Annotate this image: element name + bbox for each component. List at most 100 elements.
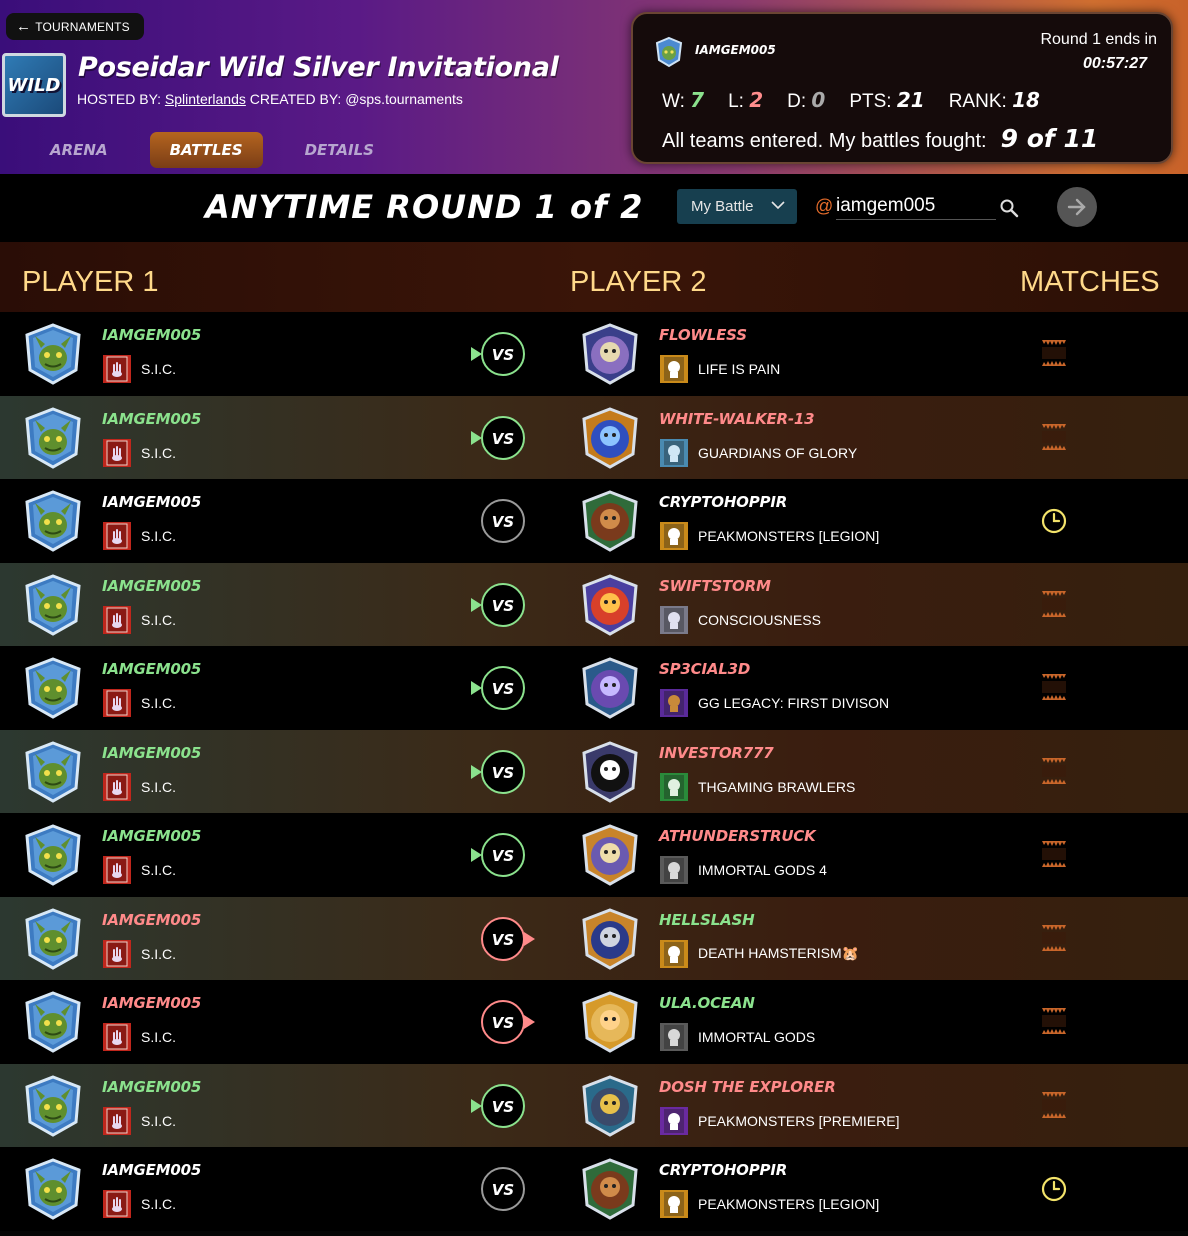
battle-row[interactable]: IAMGEM005 S.I.C. VS FLOWLESS LIFE IS PAIN <box>0 312 1188 396</box>
battle-row[interactable]: IAMGEM005 S.I.C. VS ULA.OCEAN IMMORTAL GO… <box>0 980 1188 1064</box>
tab-details[interactable]: DETAILS <box>285 132 394 168</box>
match-result-icon[interactable] <box>1040 589 1068 619</box>
vs-battle-button[interactable]: VS <box>470 1166 540 1212</box>
player2-avatar <box>582 991 638 1053</box>
battle-row[interactable]: IAMGEM005 S.I.C. VS INVESTOR777 THGAMING … <box>0 729 1188 813</box>
player1-guild: S.I.C. <box>102 438 176 468</box>
player2-name[interactable]: ULA.OCEAN <box>659 994 755 1012</box>
battle-filter-select[interactable]: My Battle <box>677 189 797 224</box>
tab-battles[interactable]: BATTLES <box>149 132 263 168</box>
vs-battle-button[interactable]: VS <box>470 331 540 377</box>
guild-banner-icon <box>103 1023 131 1051</box>
player2-name[interactable]: SWIFTSTORM <box>659 577 771 595</box>
player2-avatar <box>582 907 638 970</box>
player1-name[interactable]: IAMGEM005 <box>102 1078 201 1096</box>
player-search-input[interactable] <box>836 192 996 220</box>
round-ends-label: Round 1 ends in <box>1040 31 1157 48</box>
vs-battle-button[interactable]: VS <box>470 1083 540 1129</box>
player2-guild-name: PEAKMONSTERS [LEGION] <box>698 528 880 544</box>
vs-battle-button[interactable]: VS <box>470 582 540 628</box>
player1-guild-name: S.I.C. <box>141 611 177 628</box>
guild-banner-icon <box>103 939 131 968</box>
player1-name[interactable]: IAMGEM005 <box>102 911 201 929</box>
vs-battle-button[interactable]: VS <box>470 749 540 795</box>
player-avatar-small <box>655 36 683 68</box>
battle-row[interactable]: IAMGEM005 S.I.C. VS CRYPTOHOPPIR PEAKMONS… <box>0 1147 1188 1231</box>
player2-name[interactable]: INVESTOR777 <box>659 744 774 762</box>
wins-value: 7 <box>690 88 705 112</box>
player2-name[interactable]: SP3CIAL3D <box>659 660 750 678</box>
guild-banner-icon <box>660 856 688 884</box>
record-line: W: 7 L: 2 D: 0 PTS: 21 RANK: 18 <box>662 88 1064 113</box>
vs-battle-button[interactable]: VS <box>470 916 540 962</box>
player1-name[interactable]: IAMGEM005 <box>102 410 201 428</box>
col-matches: MATCHES <box>1020 266 1160 298</box>
tab-arena[interactable]: ARENA <box>30 132 128 168</box>
vs-battle-button[interactable]: VS <box>470 832 540 878</box>
player2-guild: CONSCIOUSNESS <box>659 605 821 635</box>
player1-name[interactable]: IAMGEM005 <box>102 326 201 344</box>
player1-name[interactable]: IAMGEM005 <box>102 577 201 595</box>
match-result-icon[interactable] <box>1040 338 1068 368</box>
battle-row[interactable]: IAMGEM005 S.I.C. VS HELLSLASH DEATH HAMST… <box>0 896 1188 980</box>
player2-guild: LIFE IS PAIN <box>659 354 780 384</box>
arrow-right-icon <box>1067 198 1086 216</box>
player1-name[interactable]: IAMGEM005 <box>102 1161 201 1179</box>
battles-table-header: PLAYER 1 PLAYER 2 MATCHES <box>0 242 1188 312</box>
player1-avatar <box>25 657 81 719</box>
battle-row[interactable]: IAMGEM005 S.I.C. VS SWIFTSTORM CONSCIOUSN… <box>0 562 1188 646</box>
vs-battle-button[interactable]: VS <box>470 999 540 1045</box>
player2-name[interactable]: FLOWLESS <box>659 326 747 344</box>
player1-name[interactable]: IAMGEM005 <box>102 994 201 1012</box>
battle-row[interactable]: IAMGEM005 S.I.C. VS ATHUNDERSTRUCK IMMORT… <box>0 813 1188 897</box>
creator-name: @sps.tournaments <box>345 91 463 107</box>
player1-guild: S.I.C. <box>102 1189 176 1219</box>
player2-name[interactable]: ATHUNDERSTRUCK <box>659 827 816 845</box>
search-icon[interactable] <box>999 198 1019 218</box>
player1-name[interactable]: IAMGEM005 <box>102 744 201 762</box>
player2-name[interactable]: WHITE-WALKER-13 <box>659 410 815 428</box>
guild-banner-icon <box>103 772 131 801</box>
go-button[interactable] <box>1057 187 1097 227</box>
guild-banner-icon <box>103 689 131 717</box>
match-result-icon[interactable] <box>1040 839 1068 869</box>
battles-fought-value: 9 of 11 <box>1000 124 1099 153</box>
player1-name[interactable]: IAMGEM005 <box>102 493 201 511</box>
player2-name[interactable]: DOSH THE EXPLORER <box>659 1078 836 1096</box>
player1-guild: S.I.C. <box>102 688 176 718</box>
host-link[interactable]: Splinterlands <box>165 91 246 107</box>
tournament-tabs: ARENA BATTLES DETAILS <box>30 132 394 168</box>
vs-battle-button[interactable]: VS <box>470 415 540 461</box>
battle-row[interactable]: IAMGEM005 S.I.C. VS CRYPTOHOPPIR PEAKMONS… <box>0 479 1188 563</box>
battle-row[interactable]: IAMGEM005 S.I.C. VS SP3CIAL3D GG LEGACY: … <box>0 646 1188 730</box>
player2-name[interactable]: CRYPTOHOPPIR <box>659 1161 787 1179</box>
battle-row[interactable]: IAMGEM005 S.I.C. VS DOSH THE EXPLORER PEA… <box>0 1063 1188 1147</box>
match-result-icon[interactable] <box>1040 923 1068 953</box>
tournament-host-line: HOSTED BY: Splinterlands CREATED BY: @sp… <box>77 91 463 107</box>
match-result-icon[interactable] <box>1040 1006 1068 1036</box>
guild-banner-icon <box>103 438 131 467</box>
player2-name[interactable]: HELLSLASH <box>659 911 755 929</box>
player2-name[interactable]: CRYPTOHOPPIR <box>659 493 787 511</box>
clock-icon[interactable] <box>1041 508 1067 534</box>
player1-guild-name: S.I.C. <box>141 1029 177 1045</box>
clock-icon[interactable] <box>1041 1176 1067 1202</box>
player1-name[interactable]: IAMGEM005 <box>102 660 201 678</box>
back-to-tournaments-button[interactable]: ← TOURNAMENTS <box>6 13 144 40</box>
player1-name[interactable]: IAMGEM005 <box>102 827 201 845</box>
col-player1: PLAYER 1 <box>22 266 159 298</box>
match-result-icon[interactable] <box>1040 756 1068 786</box>
guild-banner-icon <box>660 522 688 550</box>
vs-label: VS <box>492 847 514 865</box>
battle-row[interactable]: IAMGEM005 S.I.C. VS WHITE-WALKER-13 GUARD… <box>0 395 1188 479</box>
match-result-icon[interactable] <box>1040 1090 1068 1120</box>
match-result-icon[interactable] <box>1040 422 1068 452</box>
vs-battle-button[interactable]: VS <box>470 665 540 711</box>
points-value: 21 <box>896 88 925 112</box>
vs-battle-button[interactable]: VS <box>470 498 540 544</box>
guild-banner-icon <box>660 1190 688 1218</box>
player1-guild-name: S.I.C. <box>141 444 177 461</box>
rank-value: 18 <box>1012 88 1040 112</box>
player1-guild: S.I.C. <box>102 939 176 969</box>
match-result-icon[interactable] <box>1040 672 1068 702</box>
